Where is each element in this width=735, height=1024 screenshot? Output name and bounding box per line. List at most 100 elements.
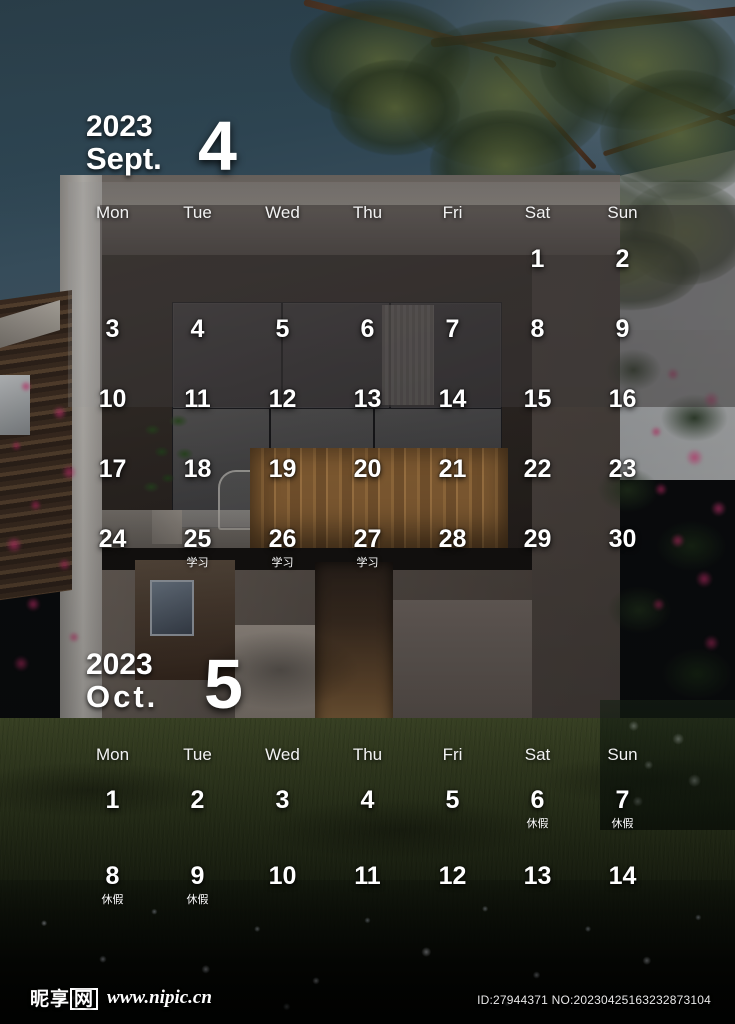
day-number: 2 [615, 245, 630, 273]
day-cell[interactable]: 29 [495, 525, 580, 595]
day-cell[interactable]: 7 休假 [580, 786, 665, 862]
day-cell[interactable]: 13 [325, 385, 410, 455]
day-cell[interactable]: 14 [580, 862, 665, 938]
day-note: 学习 [356, 556, 379, 569]
day-cell[interactable]: 18 [155, 455, 240, 525]
day-number: 14 [438, 385, 467, 413]
day-cell[interactable]: 27 学习 [325, 525, 410, 595]
day-cell-empty [70, 245, 155, 315]
september-weekday-row: Mon Tue Wed Thu Fri Sat Sun [70, 202, 665, 226]
day-number: 7 [615, 786, 630, 814]
day-number: 1 [105, 786, 120, 814]
day-cell[interactable]: 21 [410, 455, 495, 525]
day-cell[interactable]: 5 [240, 315, 325, 385]
september-month-number: 4 [198, 107, 237, 185]
day-cell[interactable]: 6 [325, 315, 410, 385]
day-cell[interactable]: 25 学习 [155, 525, 240, 595]
day-number: 23 [608, 455, 637, 483]
day-cell[interactable]: 4 [325, 786, 410, 862]
day-cell[interactable]: 17 [70, 455, 155, 525]
day-cell[interactable]: 10 [240, 862, 325, 938]
day-number: 3 [105, 315, 120, 343]
day-note: 休假 [611, 817, 634, 830]
day-cell[interactable]: 6 休假 [495, 786, 580, 862]
day-number: 22 [523, 455, 552, 483]
day-cell[interactable]: 4 [155, 315, 240, 385]
day-number: 13 [353, 385, 382, 413]
day-cell[interactable]: 8 休假 [70, 862, 155, 938]
calendar-layer: 2023 Sept. 4 Mon Tue Wed Thu Fri Sat Sun… [0, 0, 735, 1024]
day-cell-empty [240, 245, 325, 315]
day-number: 4 [360, 786, 375, 814]
day-number: 13 [523, 862, 552, 890]
day-number: 10 [98, 385, 127, 413]
day-number: 12 [268, 385, 297, 413]
weekday-sun: Sun [607, 203, 638, 222]
september-day-grid: 1 2 3 4 5 6 7 8 9 10 11 12 13 14 15 16 17 18 19 20 21 22 23 24 2… [70, 245, 665, 595]
day-cell[interactable]: 11 [155, 385, 240, 455]
september-year: 2023 [86, 110, 153, 143]
day-cell[interactable]: 5 [410, 786, 495, 862]
day-number: 3 [275, 786, 290, 814]
day-number: 10 [268, 862, 297, 890]
weekday-tue: Tue [183, 745, 212, 764]
day-cell[interactable]: 9 [580, 315, 665, 385]
day-cell[interactable]: 12 [410, 862, 495, 938]
day-number: 7 [445, 315, 460, 343]
day-cell[interactable]: 30 [580, 525, 665, 595]
day-cell[interactable]: 3 [70, 315, 155, 385]
weekday-sat: Sat [524, 203, 551, 222]
day-number: 5 [445, 786, 460, 814]
day-number: 12 [438, 862, 467, 890]
day-cell[interactable]: 15 [495, 385, 580, 455]
day-cell[interactable]: 28 [410, 525, 495, 595]
day-number: 6 [530, 786, 545, 814]
day-cell[interactable]: 13 [495, 862, 580, 938]
day-cell[interactable]: 11 [325, 862, 410, 938]
day-cell[interactable]: 2 [580, 245, 665, 315]
footer-watermark-bar: 昵享网 www.nipic.cn ID:27944371 NO:20230425… [0, 970, 735, 1024]
day-cell[interactable]: 24 [70, 525, 155, 595]
day-number: 20 [353, 455, 382, 483]
weekday-wed: Wed [265, 203, 300, 222]
day-cell[interactable]: 10 [70, 385, 155, 455]
day-number: 4 [190, 315, 205, 343]
day-number: 5 [275, 315, 290, 343]
calendar-poster: 2023 Sept. 4 Mon Tue Wed Thu Fri Sat Sun… [0, 0, 735, 1024]
october-day-grid: 1 2 3 4 5 6 休假 7 休假 8 休假 9 休假 10 11 12 13 14 [70, 786, 665, 938]
day-cell[interactable]: 20 [325, 455, 410, 525]
weekday-tue: Tue [183, 203, 212, 222]
day-number: 2 [190, 786, 205, 814]
day-cell-empty [410, 245, 495, 315]
day-cell[interactable]: 26 学习 [240, 525, 325, 595]
october-month-name: Oct. [86, 679, 159, 714]
day-note: 休假 [526, 817, 549, 830]
day-cell[interactable]: 1 [495, 245, 580, 315]
site-url: www.nipic.cn [107, 986, 212, 1008]
site-logo-text: 昵享 [30, 988, 71, 1010]
day-cell[interactable]: 19 [240, 455, 325, 525]
day-number: 17 [98, 455, 127, 483]
day-number: 30 [608, 525, 637, 553]
day-cell[interactable]: 1 [70, 786, 155, 862]
day-note: 休假 [186, 893, 209, 906]
day-cell[interactable]: 12 [240, 385, 325, 455]
october-month-header: 2023 Oct. 5 [86, 649, 243, 719]
september-month-name: Sept. [86, 141, 162, 176]
day-cell[interactable]: 16 [580, 385, 665, 455]
day-number: 8 [530, 315, 545, 343]
day-number: 1 [530, 245, 545, 273]
day-number: 28 [438, 525, 467, 553]
day-number: 25 [183, 525, 212, 553]
day-cell[interactable]: 9 休假 [155, 862, 240, 938]
day-number: 24 [98, 525, 127, 553]
day-cell[interactable]: 8 [495, 315, 580, 385]
day-cell[interactable]: 14 [410, 385, 495, 455]
weekday-mon: Mon [95, 745, 130, 764]
day-cell[interactable]: 23 [580, 455, 665, 525]
weekday-thu: Thu [352, 745, 383, 764]
day-cell[interactable]: 2 [155, 786, 240, 862]
day-cell[interactable]: 3 [240, 786, 325, 862]
day-cell[interactable]: 7 [410, 315, 495, 385]
day-cell[interactable]: 22 [495, 455, 580, 525]
